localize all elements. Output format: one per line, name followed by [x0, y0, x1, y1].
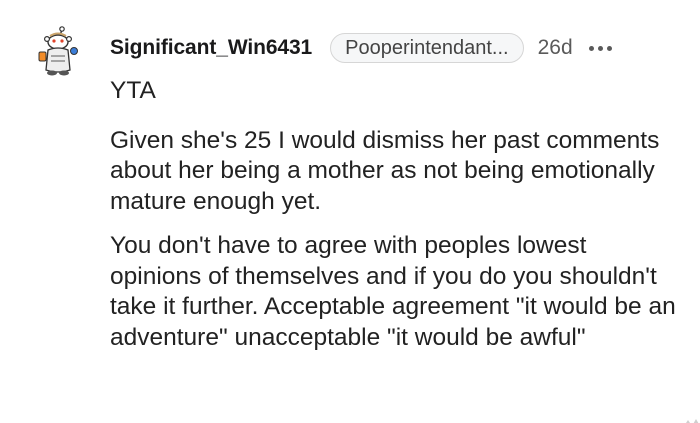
comment-header: Significant_Win6431 Pooperintendant... 2…	[110, 33, 670, 63]
comment: Significant_Win6431 Pooperintendant... 2…	[0, 0, 700, 423]
comment-paragraph: Given she's 25 I would dismiss her past …	[110, 126, 660, 215]
comment-author[interactable]: Significant_Win6431	[110, 36, 312, 60]
user-flair: Pooperintendant...	[330, 33, 524, 63]
comment-body: YTA Given she's 25 I would dismiss her p…	[110, 76, 680, 353]
user-avatar-icon[interactable]	[36, 26, 82, 78]
comment-age: 26d	[537, 36, 573, 59]
corner-decoration	[684, 413, 700, 423]
more-options-icon[interactable]	[588, 45, 612, 51]
comment-paragraph: You don't have to agree with peoples low…	[110, 232, 676, 351]
comment-paragraph: YTA	[110, 77, 156, 104]
